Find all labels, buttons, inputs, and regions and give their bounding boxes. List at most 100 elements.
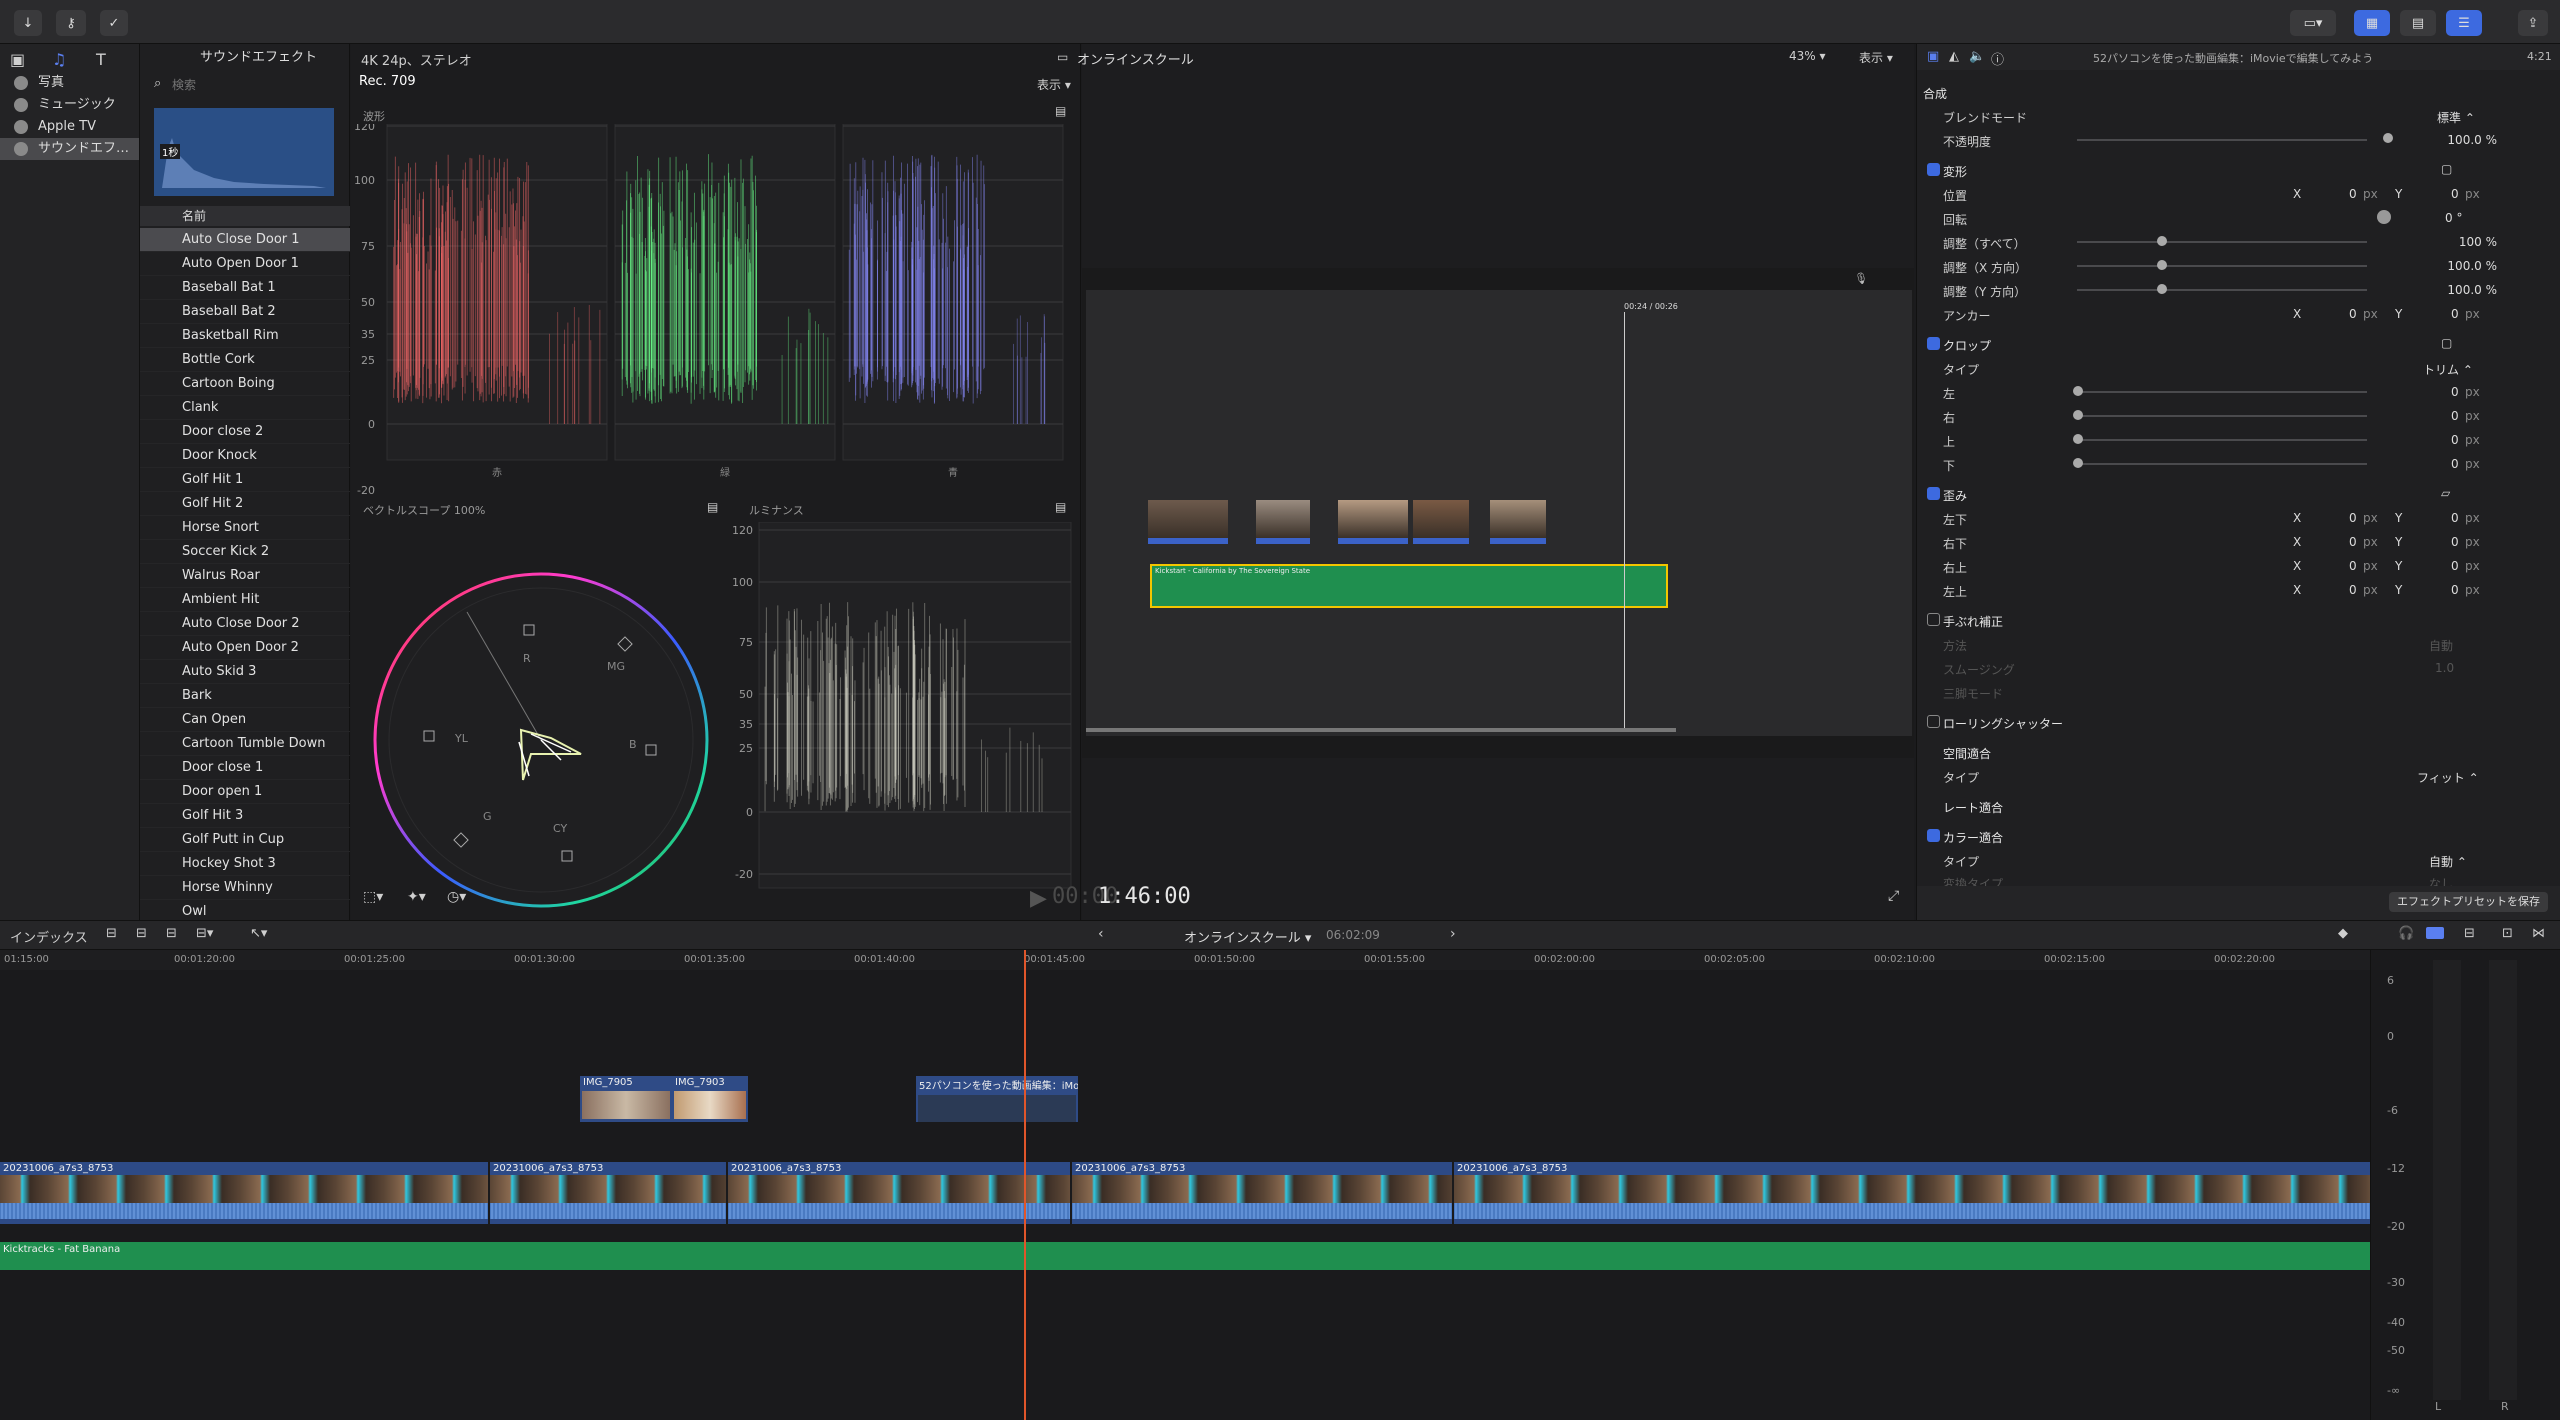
music-clip[interactable]: Kicktracks - Fat Banana bbox=[0, 1242, 2370, 1270]
timeline-ruler[interactable]: 01:15:00 00:01:20:00 00:01:25:00 00:01:30:0… bbox=[0, 950, 2370, 970]
clip-appearance-icon[interactable]: ⊟ bbox=[2464, 926, 2475, 941]
index-button[interactable]: インデックス bbox=[10, 927, 88, 946]
crop-right-value[interactable]: 0 bbox=[2451, 409, 2459, 423]
sound-list-item[interactable]: Walrus Roar bbox=[140, 564, 350, 588]
sound-list-item[interactable]: Door open 1 bbox=[140, 780, 350, 804]
view-options-icon[interactable]: ▭▾ bbox=[2290, 10, 2336, 36]
distort-br-x[interactable]: 0 bbox=[2349, 535, 2357, 549]
library-item-sound-effects[interactable]: サウンドエフ… bbox=[0, 138, 139, 160]
spatial-type-select[interactable]: フィット ⌃ bbox=[2417, 769, 2479, 786]
scale-all-slider[interactable] bbox=[2077, 241, 2367, 243]
zoom-menu[interactable]: 43% ▾ bbox=[1789, 49, 1826, 63]
save-effect-preset-button[interactable]: エフェクトプリセットを保存 bbox=[2389, 892, 2548, 912]
sound-list-item[interactable]: Baseball Bat 1 bbox=[140, 276, 350, 300]
anchor-x-value[interactable]: 0 bbox=[2349, 307, 2357, 321]
sound-list-item[interactable]: Bark bbox=[140, 684, 350, 708]
insert-clip-icon[interactable]: ⊟ bbox=[136, 926, 147, 941]
primary-clip[interactable]: 20231006_a7s3_8753 bbox=[1072, 1162, 1452, 1224]
position-x-value[interactable]: 0 bbox=[2349, 187, 2357, 201]
transitions-browser-icon[interactable]: ⋈ bbox=[2532, 926, 2545, 941]
sound-list-item[interactable]: Bottle Cork bbox=[140, 348, 350, 372]
browser-title[interactable]: サウンドエフェクト bbox=[140, 44, 349, 72]
sound-list-item[interactable]: Clank bbox=[140, 396, 350, 420]
enhance-tool-icon[interactable]: ✦▾ bbox=[407, 889, 426, 905]
sound-list-item[interactable]: Cartoon Tumble Down bbox=[140, 732, 350, 756]
play-button-icon[interactable]: ▶ bbox=[1030, 886, 1047, 911]
distort-tr-y[interactable]: 0 bbox=[2451, 559, 2459, 573]
search-input[interactable] bbox=[172, 75, 342, 95]
stabilization-checkbox[interactable] bbox=[1927, 613, 1940, 626]
sound-list-item[interactable]: Baseball Bat 2 bbox=[140, 300, 350, 324]
crop-top-knob[interactable] bbox=[2073, 434, 2083, 444]
inspector-toggle-icon[interactable]: ☰ bbox=[2446, 10, 2482, 36]
overwrite-clip-icon[interactable]: ⊟▾ bbox=[196, 926, 213, 941]
append-clip-icon[interactable]: ⊟ bbox=[166, 926, 177, 941]
history-back-icon[interactable]: ‹ bbox=[1098, 926, 1104, 942]
viewer-canvas[interactable]: 🎙 00:24 / 00:26 Kickstart - California b… bbox=[1082, 268, 1914, 758]
sound-list-item[interactable]: Basketball Rim bbox=[140, 324, 350, 348]
select-tool-icon[interactable]: ↖▾ bbox=[250, 926, 267, 941]
transform-tool-icon[interactable]: ⬚▾ bbox=[363, 889, 383, 905]
distort-tl-x[interactable]: 0 bbox=[2349, 583, 2357, 597]
sound-list-item[interactable]: Hockey Shot 3 bbox=[140, 852, 350, 876]
anchor-y-value[interactable]: 0 bbox=[2451, 307, 2459, 321]
sound-list-item[interactable]: Golf Putt in Cup bbox=[140, 828, 350, 852]
sound-list-item[interactable]: Auto Skid 3 bbox=[140, 660, 350, 684]
music-tab-icon[interactable]: ♫ bbox=[52, 50, 66, 69]
sound-list-item[interactable]: Golf Hit 3 bbox=[140, 804, 350, 828]
scale-x-slider[interactable] bbox=[2077, 265, 2367, 267]
audio-skimming-icon[interactable]: ◆ bbox=[2338, 926, 2348, 941]
column-header-name[interactable]: 名前 bbox=[140, 206, 350, 226]
transform-onscreen-icon[interactable]: ▢ bbox=[2441, 162, 2452, 176]
blend-mode-select[interactable]: 標準 ⌃ bbox=[2437, 109, 2475, 126]
sound-list-item[interactable]: Auto Open Door 2 bbox=[140, 636, 350, 660]
primary-clip[interactable]: 20231006_a7s3_8753 bbox=[728, 1162, 1070, 1224]
scale-all-value[interactable]: 100 % bbox=[2437, 235, 2497, 249]
distort-checkbox[interactable] bbox=[1927, 487, 1940, 500]
scale-x-knob[interactable] bbox=[2157, 260, 2167, 270]
opacity-knob[interactable] bbox=[2383, 133, 2393, 143]
scopes-view-menu[interactable]: 表示 ▾ bbox=[1037, 76, 1071, 93]
crop-bottom-value[interactable]: 0 bbox=[2451, 457, 2459, 471]
crop-bottom-knob[interactable] bbox=[2073, 458, 2083, 468]
primary-clip[interactable]: 20231006_a7s3_8753 bbox=[490, 1162, 726, 1224]
position-y-value[interactable]: 0 bbox=[2451, 187, 2459, 201]
primary-clip[interactable]: 20231006_a7s3_8753 bbox=[0, 1162, 488, 1224]
connected-clip-img7903[interactable]: IMG_7903 bbox=[672, 1076, 748, 1122]
share-icon[interactable]: ⇪ bbox=[2518, 10, 2548, 36]
library-item-tv[interactable]: Apple TV bbox=[0, 116, 139, 138]
library-item-photos[interactable]: 写真 bbox=[0, 72, 139, 94]
crop-top-value[interactable]: 0 bbox=[2451, 433, 2459, 447]
waveform-settings-icon[interactable]: ▤ bbox=[1055, 104, 1066, 118]
crop-left-knob[interactable] bbox=[2073, 386, 2083, 396]
distort-tl-y[interactable]: 0 bbox=[2451, 583, 2459, 597]
library-item-music[interactable]: ミュージック bbox=[0, 94, 139, 116]
rolling-shutter-checkbox[interactable] bbox=[1927, 715, 1940, 728]
effects-browser-icon[interactable]: ⊡ bbox=[2502, 926, 2513, 941]
titles-tab-icon[interactable]: T bbox=[96, 50, 106, 69]
sound-list-item[interactable]: Door close 1 bbox=[140, 756, 350, 780]
distort-onscreen-icon[interactable]: ▱ bbox=[2441, 486, 2450, 500]
sound-list-item[interactable]: Can Open bbox=[140, 708, 350, 732]
viewer-view-menu[interactable]: 表示 ▾ bbox=[1859, 49, 1893, 66]
import-icon[interactable]: ↓ bbox=[14, 10, 42, 36]
scale-y-knob[interactable] bbox=[2157, 284, 2167, 294]
scale-y-value[interactable]: 100.0 % bbox=[2417, 283, 2497, 297]
connect-clip-icon[interactable]: ⊟ bbox=[106, 926, 117, 941]
keywords-icon[interactable]: ⚷ bbox=[56, 10, 86, 36]
video-inspector-icon[interactable]: ▣ bbox=[1927, 49, 1939, 64]
rotation-value[interactable]: 0 ° bbox=[2445, 211, 2462, 225]
scale-all-knob[interactable] bbox=[2157, 236, 2167, 246]
connected-clip-img7905[interactable]: IMG_7905 bbox=[580, 1076, 672, 1122]
fullscreen-icon[interactable]: ⤢ bbox=[1888, 888, 1899, 904]
sound-list-item[interactable]: Golf Hit 2 bbox=[140, 492, 350, 516]
waveform-thumbnail[interactable]: 1秒 bbox=[154, 108, 334, 196]
sound-list-item[interactable]: Horse Whinny bbox=[140, 876, 350, 900]
connected-clip-compound[interactable]: 52パソコンを使った動画編集：iMo... bbox=[916, 1076, 1078, 1122]
snapping-icon[interactable] bbox=[2426, 927, 2444, 939]
sound-list-item[interactable]: Auto Close Door 2 bbox=[140, 612, 350, 636]
primary-clip[interactable]: 20231006_a7s3_8753 bbox=[1454, 1162, 2370, 1224]
timeline-toggle-icon[interactable]: ▤ bbox=[2400, 10, 2436, 36]
distort-bl-y[interactable]: 0 bbox=[2451, 511, 2459, 525]
crop-onscreen-icon[interactable]: ▢ bbox=[2441, 336, 2452, 350]
